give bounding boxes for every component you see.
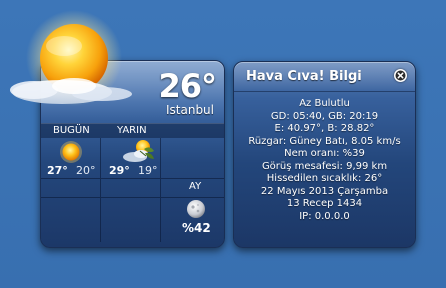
moon-label: AY (189, 181, 202, 192)
current-temperature: 26° (158, 67, 217, 105)
feels-like: Hissedilen sıcaklık: 26° (266, 173, 383, 184)
tomorrow-label: YARIN (117, 125, 147, 136)
ip-address: IP: 0.0.0.0 (299, 210, 350, 222)
tomorrow-high-temp: 29° (109, 164, 130, 177)
hijri-date: 13 Recep 1434 (286, 198, 363, 209)
title-divider (234, 91, 415, 92)
close-icon (395, 70, 406, 81)
today-high-temp: 27° (47, 164, 68, 177)
today-low-temp: 20° (76, 164, 96, 177)
partly-cloudy-icon (123, 140, 154, 162)
grid-cell (41, 198, 101, 242)
gregorian-date: 22 Mayıs 2013 Çarşamba (260, 185, 389, 197)
sun-cloud-icon (10, 10, 132, 106)
grid-cell (101, 179, 161, 198)
coordinates: E: 40.97°, B: 28.82° (274, 123, 375, 134)
empty-cell (161, 138, 224, 179)
visibility: Görüş mesafesi: 9,99 km (261, 160, 388, 172)
sun-icon (60, 141, 82, 163)
forecast-day-header: BUGÜN YARIN (41, 123, 224, 138)
grid-cell (41, 179, 101, 198)
moon-icon (187, 200, 205, 218)
weather-condition: Az Bulutlu (299, 98, 350, 109)
today-label: BUGÜN (53, 125, 90, 136)
grid-cell (101, 198, 161, 242)
info-lines: Az Bulutlu GD: 05:40, GB: 20:19 E: 40.97… (234, 98, 415, 223)
tomorrow-low-temp: 19° (138, 164, 158, 177)
city-name: Istanbul (165, 103, 214, 117)
wind: Rüzgar: Güney Batı, 8.05 km/s (248, 135, 401, 147)
sunrise-sunset: GD: 05:40, GB: 20:19 (270, 110, 379, 122)
humidity: Nem oranı: %39 (284, 148, 365, 159)
close-button[interactable] (394, 69, 407, 82)
info-panel[interactable]: Hava Cıva! Bilgi Az Bulutlu GD: 05:40, G… (233, 61, 416, 248)
moon-percent: %42 (182, 221, 211, 235)
info-panel-title: Hava Cıva! Bilgi (246, 69, 362, 84)
